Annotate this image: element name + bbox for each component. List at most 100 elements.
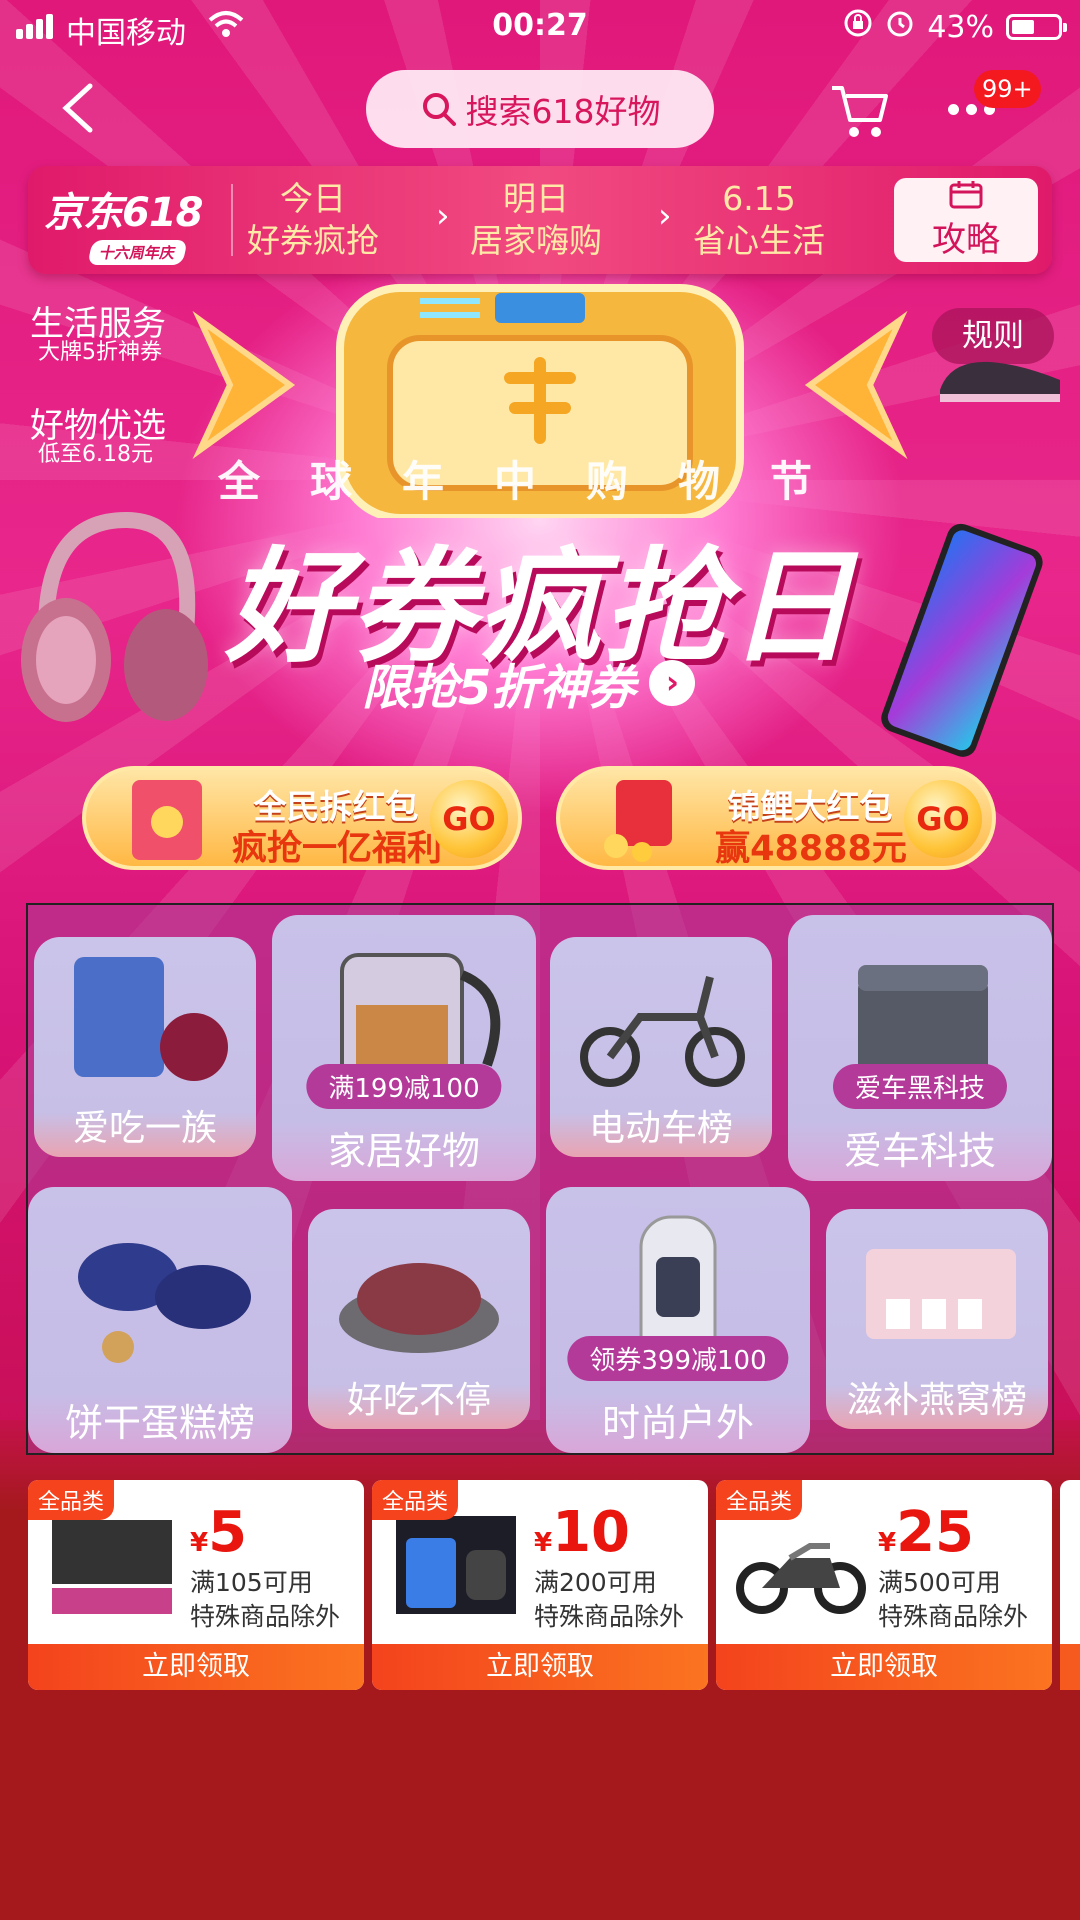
battery-percent: 43%: [927, 9, 994, 45]
product-thumbnail: [396, 1516, 516, 1614]
claim-coupon-button[interactable]: 立即领取: [28, 1644, 364, 1690]
category-card[interactable]: 爱吃一族: [34, 937, 256, 1157]
category-card[interactable]: 饼干蛋糕榜: [28, 1187, 292, 1453]
coupon-threshold: 满200可用: [534, 1568, 657, 1597]
category-card[interactable]: 满199减100 家居好物: [272, 915, 536, 1181]
category-label: 爱车科技: [843, 1129, 996, 1173]
category-card[interactable]: 爱车黑科技 爱车科技: [788, 915, 1052, 1181]
jd618-logo: 京东618 十六周年庆: [44, 180, 234, 265]
promo-badge: 领券399减100: [567, 1336, 789, 1381]
sneaker-image: [940, 361, 1060, 402]
search-bar[interactable]: 搜索618好物: [366, 70, 714, 148]
chevron-deco-icon: [804, 310, 908, 460]
birds-nest-box-image: [866, 1249, 1016, 1339]
guide-button[interactable]: 攻略: [894, 178, 1038, 262]
schedule-theme: 好券疯抢: [247, 221, 379, 260]
back-button[interactable]: [50, 78, 110, 138]
promo-badge: 爱车黑科技: [832, 1064, 1008, 1109]
e-scooter-image: [580, 976, 745, 1087]
category-label: 好吃不停: [346, 1380, 491, 1421]
coupon-amount: 25: [896, 1500, 975, 1565]
status-bar: 中国移动 00:27 43%: [0, 0, 1080, 56]
currency-symbol: ¥: [190, 1528, 209, 1558]
schedule-day: 明日: [503, 179, 569, 218]
coins-icon: [604, 780, 672, 862]
side-label-sub: 大牌5折神券: [38, 340, 162, 365]
chevron-right-icon: ›: [649, 660, 696, 706]
side-label-life-service[interactable]: 生活服务 大牌5折神券: [30, 306, 166, 364]
cart-icon: [832, 86, 888, 137]
promo-badge: 满199减100: [306, 1064, 502, 1109]
guide-label: 攻略: [932, 220, 1000, 260]
coupon-card[interactable]: 全品类 ¥5 满105可用 特殊商品除外 立即领取: [28, 1480, 364, 1690]
coupon-tag: 全品类: [716, 1480, 803, 1520]
coupon-threshold: 满500可用: [878, 1568, 1001, 1597]
logo-main-text: 京东618: [44, 190, 204, 236]
product-thumbnail: [736, 1543, 866, 1614]
coupon-exclusion: 特殊商品除外: [878, 1602, 1029, 1631]
snack-plate-image: [339, 1263, 499, 1353]
alarm-icon: [885, 8, 915, 46]
category-label: 滋补燕窝榜: [846, 1380, 1027, 1421]
coupon-conditions: 满200可用 特殊商品除外: [534, 1566, 684, 1634]
chevron-right-icon: ›: [436, 196, 450, 236]
currency-symbol: ¥: [878, 1528, 897, 1558]
search-icon: [422, 93, 456, 126]
currency-symbol: ¥: [534, 1528, 553, 1558]
cranberry-snack-image: [74, 957, 228, 1081]
more-dot-icon: [966, 104, 977, 115]
schedule-strip: 京东618 十六周年庆 今日 好券疯抢 › 明日 居家嗨购 › 6.15 省心生…: [28, 166, 1052, 274]
category-label: 时尚户外: [601, 1401, 754, 1445]
side-label-title: 生活服务: [30, 304, 166, 344]
hero-cta-label: 限抢5折神券: [362, 660, 636, 716]
category-label: 爱吃一族: [72, 1108, 217, 1149]
message-badge: 99+: [974, 70, 1041, 108]
coupon-exclusion: 特殊商品除外: [534, 1602, 685, 1631]
side-label-title: 好物优选: [30, 406, 166, 446]
coupon-card[interactable]: 全品类 ¥10 满200可用 特殊商品除外 立即领取: [372, 1480, 708, 1690]
coupon-amount: 5: [208, 1500, 248, 1565]
coupon-card[interactable]: 全品类 ¥25 满500可用 特殊商品除外 立即领取: [716, 1480, 1052, 1690]
coupon-tag: 全品类: [372, 1480, 459, 1520]
category-card[interactable]: 领券399减100 时尚户外: [546, 1187, 810, 1453]
claim-coupon-button[interactable]: 立即领取: [716, 1644, 1052, 1690]
coupon-exclusion: 特殊商品除外: [190, 1602, 341, 1631]
coupon-price: ¥5: [190, 1500, 247, 1565]
coupon-card-peek[interactable]: [1060, 1480, 1080, 1690]
coupon-threshold: 满105可用: [190, 1568, 313, 1597]
red-packet-button-1[interactable]: 全民拆红包 疯抢一亿福利 GO: [82, 766, 522, 870]
category-label: 饼干蛋糕榜: [64, 1401, 255, 1445]
coupon-price: ¥10: [534, 1500, 630, 1565]
coupon-amount: 10: [552, 1500, 631, 1565]
cart-button[interactable]: [828, 82, 890, 140]
category-card[interactable]: 好吃不停: [308, 1209, 530, 1429]
coupon-conditions: 满105可用 特殊商品除外: [190, 1566, 340, 1634]
schedule-theme: 居家嗨购: [470, 221, 602, 260]
chevron-deco-icon: [192, 310, 296, 460]
packet-desc: 赢48888元: [715, 829, 907, 869]
product-thumbnail: [52, 1520, 172, 1614]
schedule-item-0615[interactable]: 6.15 省心生活: [674, 178, 844, 262]
category-card[interactable]: 电动车榜: [550, 937, 772, 1157]
chevron-right-icon: ›: [658, 196, 672, 236]
coupon-price: ¥25: [878, 1500, 974, 1565]
go-button: GO: [904, 780, 982, 858]
schedule-day: 6.15: [722, 179, 796, 218]
rotation-lock-icon: [843, 8, 873, 46]
hero-cta[interactable]: 限抢5折神券 ›: [362, 648, 696, 718]
schedule-item-today[interactable]: 今日 好券疯抢: [228, 178, 398, 262]
cookie-tins-image: [78, 1243, 251, 1363]
category-grid: 爱吃一族 满199减100 家居好物 电动车榜 爱车黑科技 爱车科技 饼干蛋糕榜…: [26, 903, 1054, 1455]
chevron-left-icon: [62, 83, 93, 133]
claim-coupon-button[interactable]: 立即领取: [372, 1644, 708, 1690]
red-packet-button-2[interactable]: 锦鲤大红包 赢48888元 GO: [556, 766, 996, 870]
packet-desc: 疯抢一亿福利: [231, 829, 442, 869]
schedule-day: 今日: [280, 179, 346, 218]
category-card[interactable]: 滋补燕窝榜: [826, 1209, 1048, 1429]
red-packet-icon: [132, 780, 202, 860]
schedule-item-tomorrow[interactable]: 明日 居家嗨购: [451, 178, 621, 262]
go-button: GO: [430, 780, 508, 858]
logo-sub-text: 十六周年庆: [87, 240, 188, 265]
coupon-conditions: 满500可用 特殊商品除外: [878, 1566, 1028, 1634]
search-text: 搜索618好物: [465, 92, 661, 131]
